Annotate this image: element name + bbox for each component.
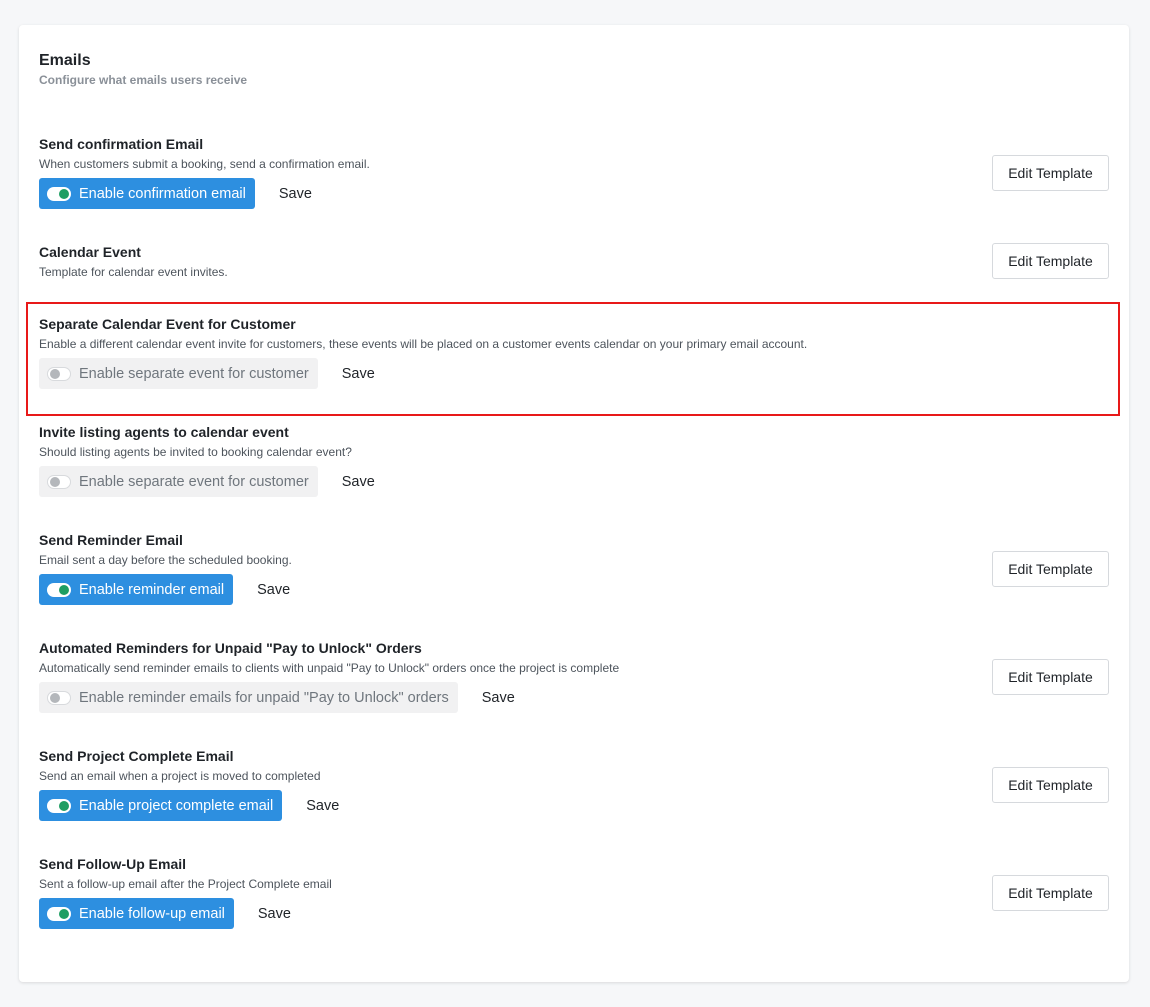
enable-separate-event-toggle[interactable]: Enable separate event for customer <box>39 358 318 389</box>
section-description: Should listing agents be invited to book… <box>39 445 352 459</box>
toggle-label: Enable follow-up email <box>79 905 225 922</box>
save-button[interactable]: Save <box>482 690 515 706</box>
edit-template-button[interactable]: Edit Template <box>992 155 1109 191</box>
section-title: Invite listing agents to calendar event <box>39 424 289 440</box>
save-button[interactable]: Save <box>342 366 375 382</box>
section-title: Send confirmation Email <box>39 136 204 152</box>
toggle-label: Enable separate event for customer <box>79 473 309 490</box>
edit-template-button[interactable]: Edit Template <box>992 875 1109 911</box>
toggle-switch-icon <box>47 186 71 201</box>
enable-project-complete-toggle[interactable]: Enable project complete email <box>39 790 283 821</box>
section-description: Enable a different calendar event invite… <box>39 337 808 351</box>
invite-listing-agents-toggle[interactable]: Enable separate event for customer <box>39 466 318 497</box>
section-calendar-event: Calendar Event Template for calendar eve… <box>39 243 1109 283</box>
enable-unpaid-reminders-toggle[interactable]: Enable reminder emails for unpaid "Pay t… <box>39 682 458 713</box>
toggle-label: Enable separate event for customer <box>79 365 309 382</box>
toggle-label: Enable reminder email <box>79 581 225 598</box>
edit-template-button[interactable]: Edit Template <box>992 243 1109 279</box>
section-title: Calendar Event <box>39 244 141 260</box>
enable-confirmation-email-toggle[interactable]: Enable confirmation email <box>39 178 255 209</box>
section-title: Send Reminder Email <box>39 532 183 548</box>
section-reminder-email: Send Reminder Email Email sent a day bef… <box>39 531 1109 606</box>
section-description: Email sent a day before the scheduled bo… <box>39 553 292 567</box>
card-title: Emails <box>39 52 91 69</box>
save-button[interactable]: Save <box>279 186 312 202</box>
toggle-label: Enable reminder emails for unpaid "Pay t… <box>79 689 449 706</box>
card-subtitle: Configure what emails users receive <box>39 73 248 87</box>
toggle-switch-icon <box>47 690 71 705</box>
section-unpaid-reminders: Automated Reminders for Unpaid "Pay to U… <box>39 639 1109 714</box>
edit-template-button[interactable]: Edit Template <box>992 551 1109 587</box>
section-description: Sent a follow-up email after the Project… <box>39 877 332 891</box>
section-project-complete-email: Send Project Complete Email Send an emai… <box>39 747 1109 822</box>
toggle-switch-icon <box>47 906 71 921</box>
section-invite-listing-agents: Invite listing agents to calendar event … <box>39 423 1109 498</box>
toggle-switch-icon <box>47 366 71 381</box>
toggle-switch-icon <box>47 582 71 597</box>
section-title: Send Project Complete Email <box>39 748 234 764</box>
section-follow-up-email: Send Follow-Up Email Sent a follow-up em… <box>39 855 1109 930</box>
edit-template-button[interactable]: Edit Template <box>992 659 1109 695</box>
section-description: Template for calendar event invites. <box>39 265 228 279</box>
edit-template-button[interactable]: Edit Template <box>992 767 1109 803</box>
save-button[interactable]: Save <box>257 582 290 598</box>
section-title: Automated Reminders for Unpaid "Pay to U… <box>39 640 422 656</box>
toggle-switch-icon <box>47 474 71 489</box>
save-button[interactable]: Save <box>342 474 375 490</box>
toggle-label: Enable project complete email <box>79 797 274 814</box>
toggle-label: Enable confirmation email <box>79 185 246 202</box>
toggle-switch-icon <box>47 798 71 813</box>
section-confirmation-email: Send confirmation Email When customers s… <box>39 135 1109 210</box>
section-description: When customers submit a booking, send a … <box>39 157 370 171</box>
enable-follow-up-toggle[interactable]: Enable follow-up email <box>39 898 234 929</box>
emails-settings-card: Emails Configure what emails users recei… <box>19 25 1129 982</box>
save-button[interactable]: Save <box>258 906 291 922</box>
save-button[interactable]: Save <box>306 798 339 814</box>
section-separate-calendar-event: Separate Calendar Event for Customer Ena… <box>39 315 1109 390</box>
enable-reminder-email-toggle[interactable]: Enable reminder email <box>39 574 234 605</box>
section-description: Send an email when a project is moved to… <box>39 769 321 783</box>
section-title: Separate Calendar Event for Customer <box>39 316 296 332</box>
section-title: Send Follow-Up Email <box>39 856 187 872</box>
section-description: Automatically send reminder emails to cl… <box>39 661 620 675</box>
